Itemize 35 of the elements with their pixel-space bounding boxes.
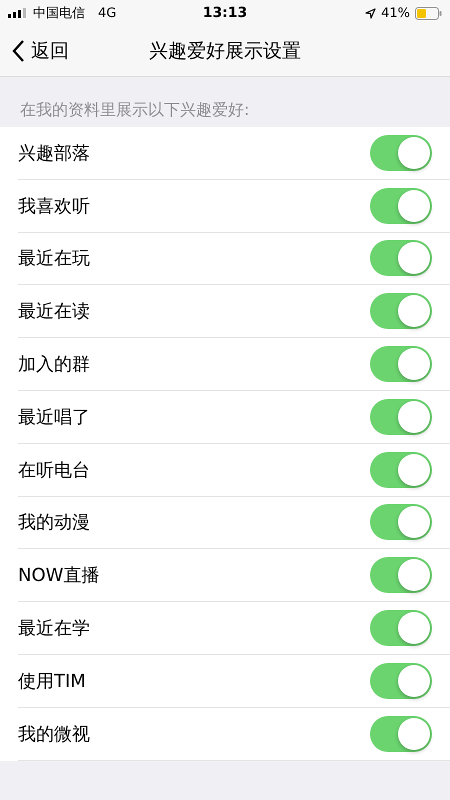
- setting-label: 我的动漫: [18, 511, 90, 534]
- setting-label: 兴趣部落: [18, 142, 90, 165]
- page-title: 兴趣爱好展示设置: [148, 39, 302, 64]
- signal-icon: [8, 8, 28, 18]
- setting-label: 最近在学: [18, 617, 90, 640]
- back-button[interactable]: 返回: [0, 31, 77, 71]
- setting-label: 我喜欢听: [18, 194, 90, 218]
- setting-label: 我的微视: [18, 722, 90, 746]
- toggle-switch[interactable]: [370, 293, 432, 330]
- setting-label: 最近在玩: [18, 247, 90, 270]
- toggle-switch[interactable]: [370, 610, 432, 646]
- setting-label: 最近在读: [18, 300, 90, 324]
- location-arrow-icon: [365, 8, 376, 18]
- setting-label: 加入的群: [18, 353, 90, 376]
- battery-icon: [415, 6, 442, 20]
- network-type: 4G: [98, 6, 116, 20]
- toggle-switch[interactable]: [370, 134, 432, 171]
- setting-label: 使用TIM: [18, 670, 86, 693]
- toggle-switch[interactable]: [370, 240, 432, 276]
- toggle-switch[interactable]: [370, 452, 432, 488]
- chevron-left-icon: [12, 40, 25, 62]
- toggle-switch[interactable]: [370, 188, 432, 224]
- carrier-name: 中国电信: [33, 5, 85, 22]
- clock-time: 13:13: [202, 5, 248, 21]
- toggle-switch[interactable]: [370, 557, 432, 594]
- toggle-switch[interactable]: [370, 398, 432, 435]
- toggle-switch[interactable]: [370, 716, 432, 752]
- battery-percent: 41%: [381, 6, 410, 20]
- setting-label: 在听电台: [18, 458, 90, 482]
- toggle-switch[interactable]: [370, 346, 432, 382]
- toggle-switch[interactable]: [370, 662, 432, 699]
- toggle-switch[interactable]: [370, 504, 432, 540]
- setting-label: NOW直播: [18, 564, 100, 588]
- section-header: 在我的资料里展示以下兴趣爱好:: [20, 100, 250, 121]
- setting-label: 最近唱了: [18, 406, 90, 429]
